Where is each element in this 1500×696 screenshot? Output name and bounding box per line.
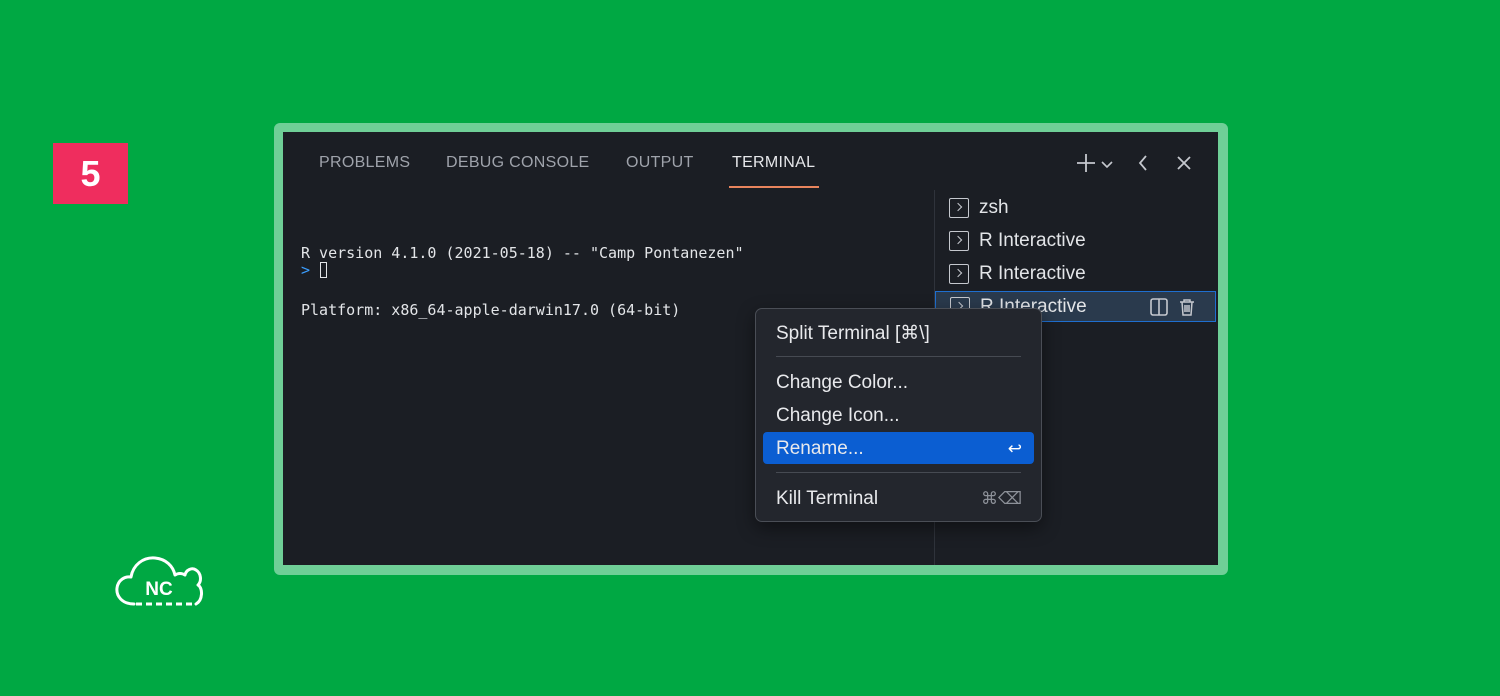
terminal-row-actions (1148, 296, 1208, 318)
logo-text: NC (145, 579, 173, 600)
terminal-line: R version 4.1.0 (2021-05-18) -- "Camp Po… (301, 244, 744, 262)
close-icon[interactable] (1173, 152, 1195, 174)
menu-item-label: Change Color... (776, 372, 909, 393)
terminal-context-menu: Split Terminal [⌘\] Change Color... Chan… (755, 308, 1042, 522)
step-number-badge: 5 (53, 143, 128, 204)
panel-tab-bar: PROBLEMS DEBUG CONSOLE OUTPUT TERMINAL (283, 132, 1218, 190)
chevron-left-icon[interactable] (1134, 152, 1152, 174)
menu-separator (776, 472, 1021, 473)
plus-icon[interactable] (1073, 150, 1099, 176)
terminal-icon (949, 263, 969, 284)
tab-problems[interactable]: PROBLEMS (319, 132, 410, 188)
terminal-list-label: R Interactive (979, 262, 1086, 284)
menu-item-change-color[interactable]: Change Color... (763, 366, 1034, 398)
menu-item-label: Change Icon... (776, 405, 900, 426)
menu-item-rename[interactable]: Rename... ↩ (763, 432, 1034, 464)
menu-item-label: Rename... (776, 438, 864, 459)
terminal-list-item-zsh[interactable]: zsh (935, 192, 1216, 223)
return-key-icon: ↩ (1007, 439, 1022, 458)
menu-item-label: Split Terminal [⌘\] (776, 323, 930, 344)
menu-item-split-terminal[interactable]: Split Terminal [⌘\] (763, 316, 1034, 348)
nc-cloud-logo: NC (115, 556, 203, 606)
active-tab-indicator (729, 186, 819, 188)
menu-item-kill-terminal[interactable]: Kill Terminal ⌘⌫ (763, 482, 1034, 514)
trash-icon[interactable] (1176, 296, 1198, 318)
terminal-icon (949, 197, 969, 218)
prompt-symbol: > (301, 261, 311, 279)
text-cursor (320, 262, 327, 278)
menu-separator (776, 356, 1021, 357)
menu-item-label: Kill Terminal (776, 488, 879, 509)
tab-debug-console[interactable]: DEBUG CONSOLE (446, 132, 590, 188)
split-icon[interactable] (1148, 296, 1170, 318)
tab-terminal[interactable]: TERMINAL (732, 132, 815, 188)
tab-output[interactable]: OUTPUT (626, 132, 694, 188)
chevron-down-icon[interactable] (1099, 156, 1115, 172)
terminal-list-item-r-interactive[interactable]: R Interactive (935, 258, 1216, 289)
terminal-list-label: zsh (979, 196, 1009, 218)
terminal-icon (949, 230, 969, 251)
terminal-list-label: R Interactive (979, 229, 1086, 251)
menu-item-change-icon[interactable]: Change Icon... (763, 399, 1034, 431)
terminal-panel: PROBLEMS DEBUG CONSOLE OUTPUT TERMINAL R… (283, 132, 1218, 565)
menu-item-shortcut: ⌘⌫ (980, 489, 1022, 508)
terminal-list-item-r-interactive[interactable]: R Interactive (935, 225, 1216, 256)
